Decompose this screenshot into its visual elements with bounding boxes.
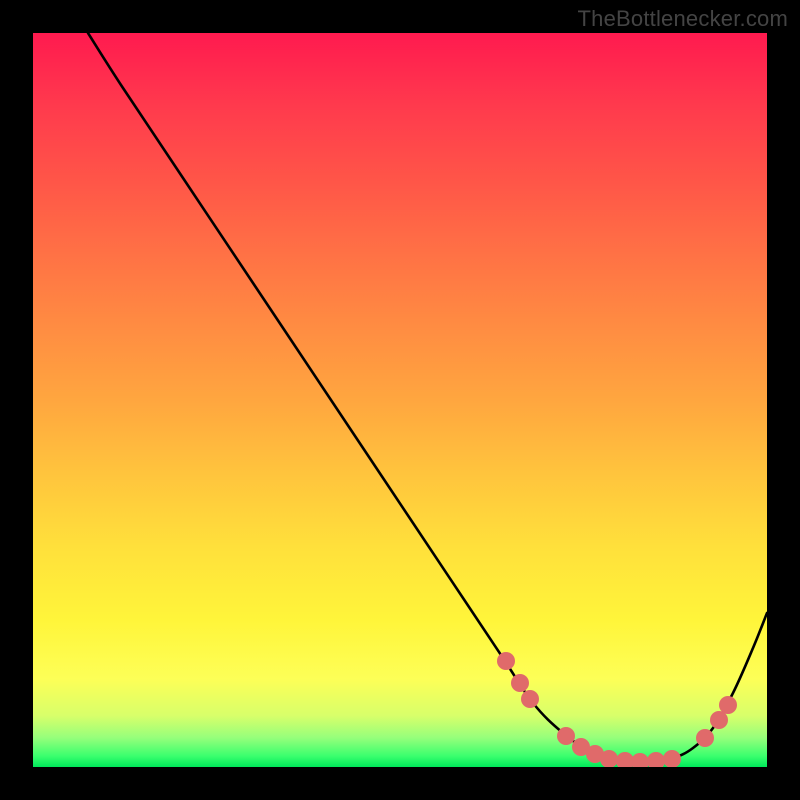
curve-layer — [33, 33, 767, 767]
marker-dot — [719, 696, 737, 714]
watermark-text: TheBottlenecker.com — [578, 6, 788, 32]
marker-dot — [631, 753, 649, 767]
plot-area — [33, 33, 767, 767]
marker-dot — [557, 727, 575, 745]
marker-dot — [616, 752, 634, 767]
bottleneck-curve-path — [88, 33, 767, 762]
marker-dot — [497, 652, 515, 670]
marker-group — [497, 652, 737, 767]
marker-dot — [663, 750, 681, 767]
chart-frame: TheBottlenecker.com — [0, 0, 800, 800]
marker-dot — [647, 752, 665, 767]
marker-dot — [710, 711, 728, 729]
marker-dot — [521, 690, 539, 708]
marker-dot — [696, 729, 714, 747]
marker-dot — [511, 674, 529, 692]
